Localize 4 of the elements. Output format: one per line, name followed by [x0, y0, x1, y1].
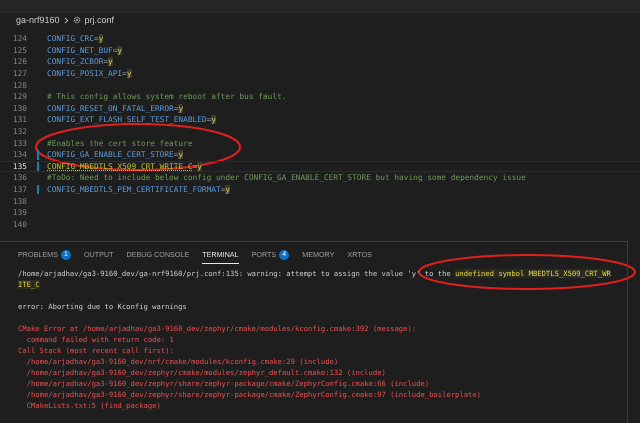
chevron-icon: [64, 16, 69, 24]
settings-icon: [72, 16, 81, 24]
breadcrumb-file[interactable]: prj.conf: [84, 15, 114, 25]
breadcrumb-folder[interactable]: ga-nrf9160: [16, 15, 60, 25]
